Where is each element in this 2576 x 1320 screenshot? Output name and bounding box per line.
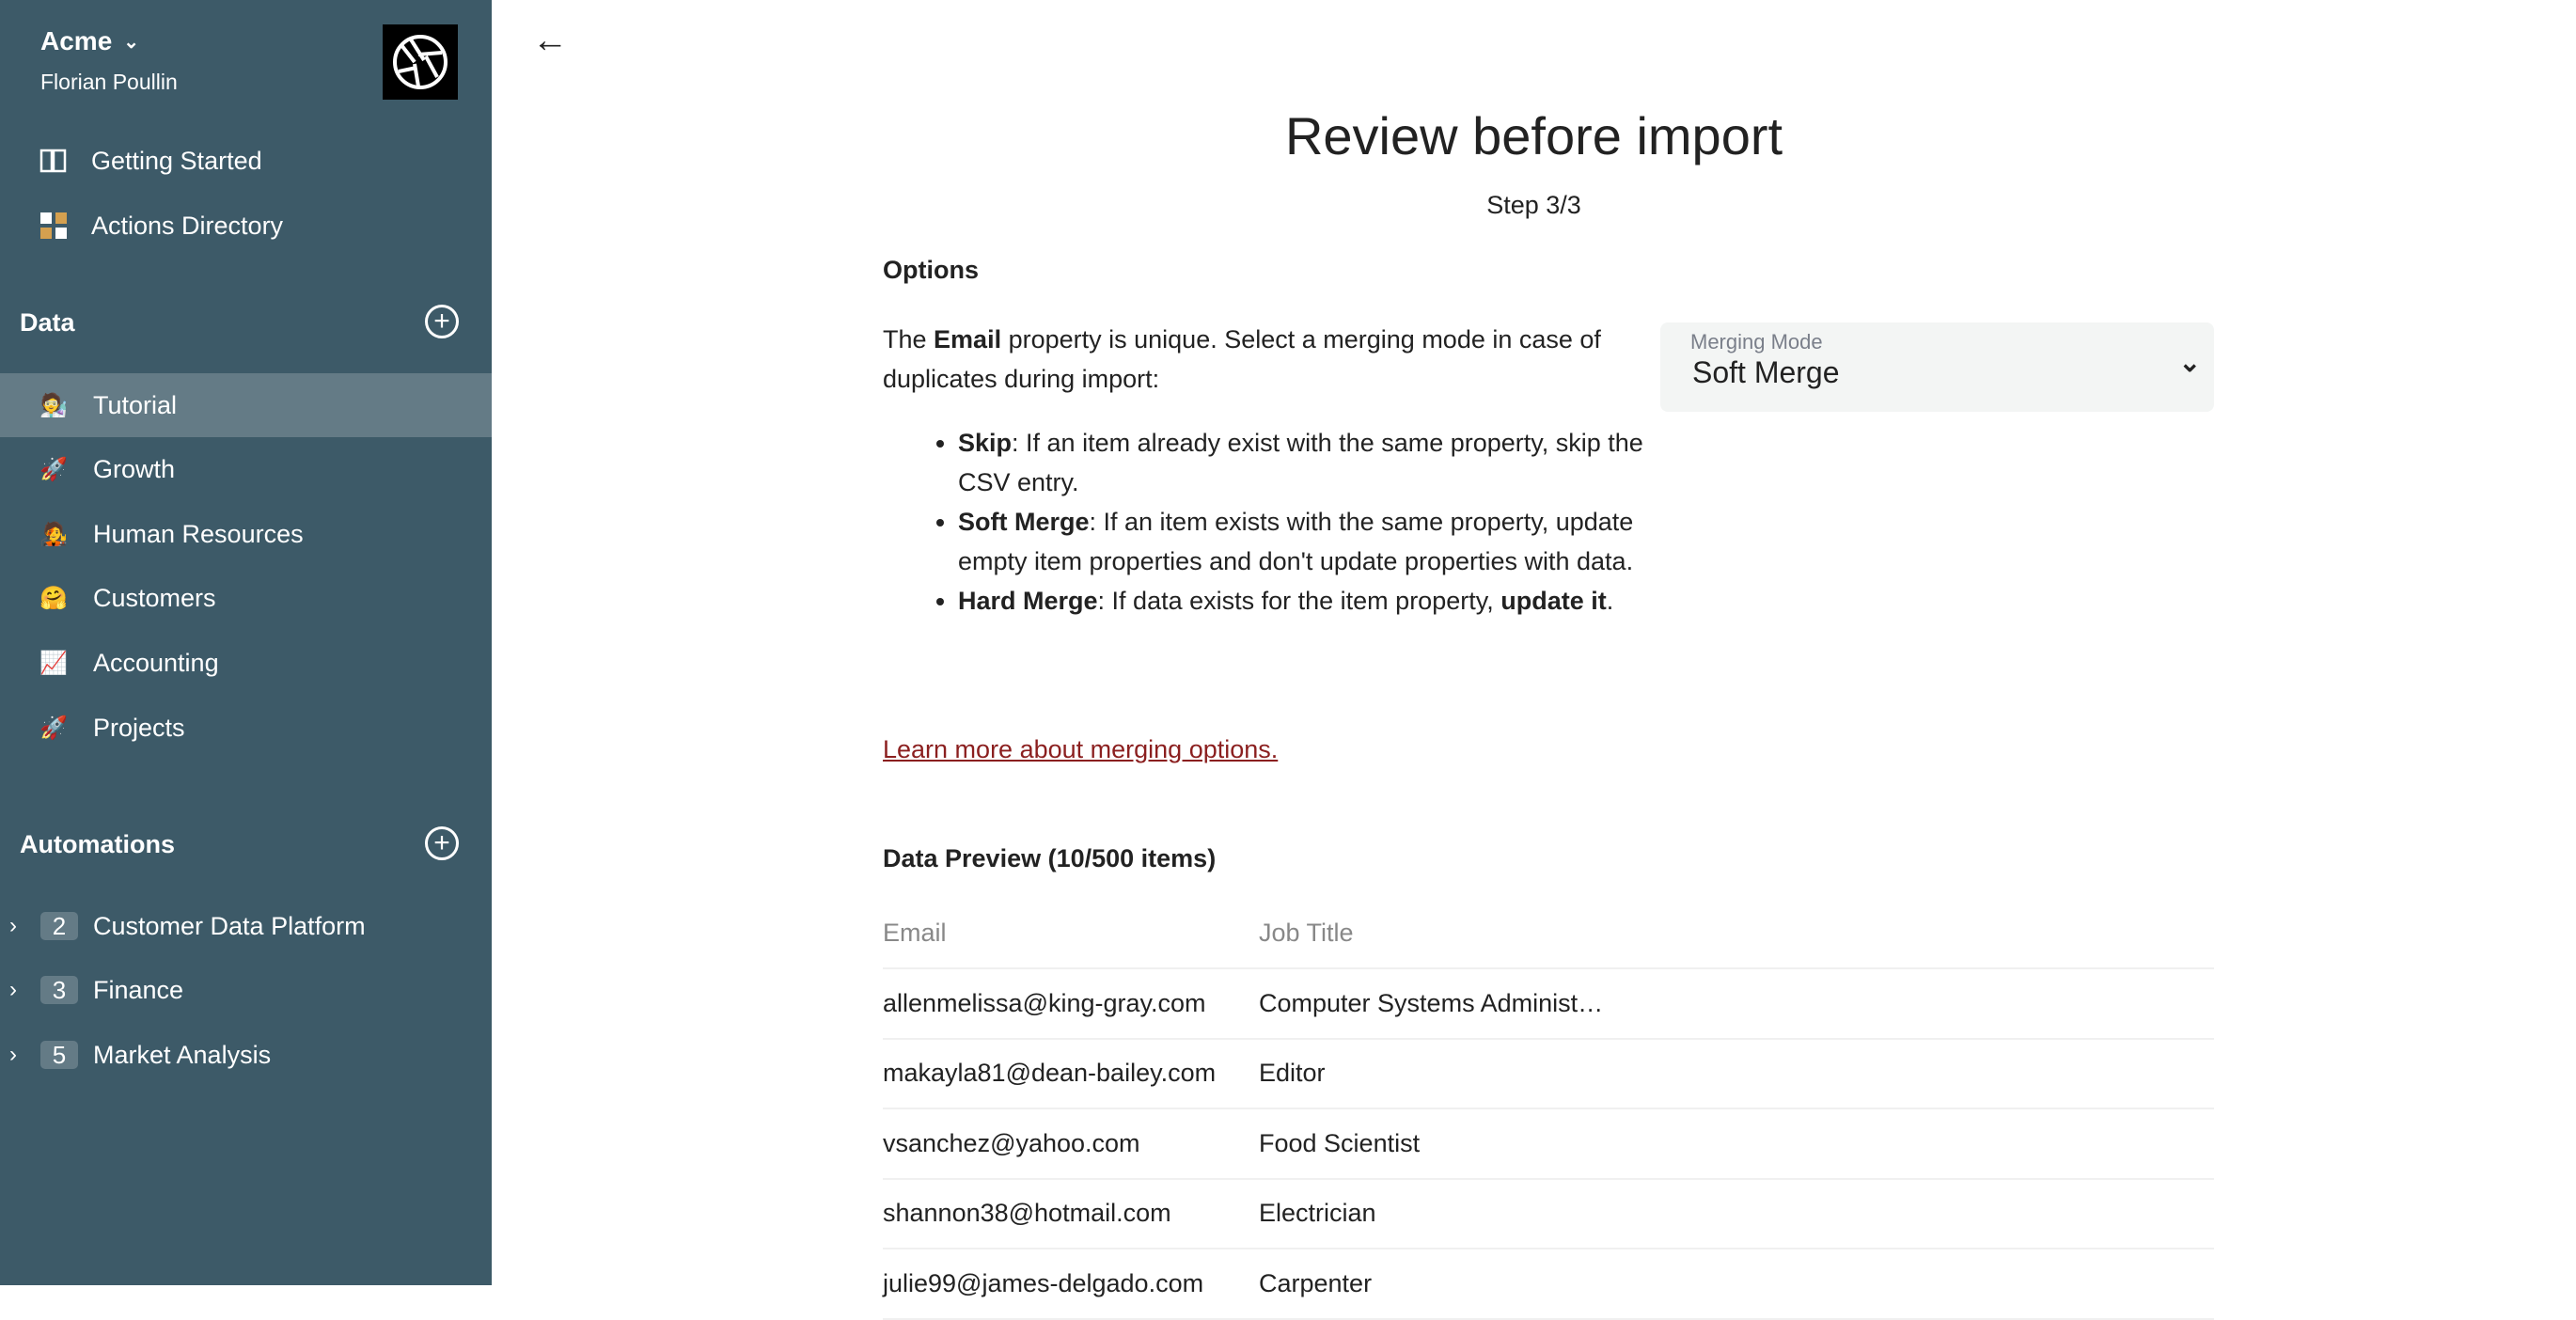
table-header: Email Job Title xyxy=(883,898,2214,969)
sidebar: Acme ⌄ Florian Poullin Getting Started Ac… xyxy=(0,0,492,1285)
count-badge: 5 xyxy=(40,1041,78,1069)
list-item: Soft Merge: If an item exists with the s… xyxy=(958,502,1654,581)
book-icon xyxy=(38,145,70,177)
main-content: ← Review before import Step 3/3 Options … xyxy=(492,0,2576,1320)
grid-icon xyxy=(38,210,70,242)
logo-aperture-icon xyxy=(383,24,458,100)
data-section-title: Data xyxy=(20,308,75,337)
cell-job-title: Editor xyxy=(1259,1038,2214,1109)
automation-market-analysis[interactable]: › 5 Market Analysis xyxy=(0,1023,492,1087)
add-data-icon[interactable]: + xyxy=(425,305,459,338)
nav-actions-directory[interactable]: Actions Directory xyxy=(0,194,492,258)
data-preview-heading: Data Preview (10/500 items) xyxy=(883,844,1217,872)
table-row: julie99@james-delgado.com Carpenter xyxy=(883,1249,2214,1320)
merge-mode-list: Skip: If an item already exist with the … xyxy=(958,423,1654,621)
hugging-face-icon: 🤗 xyxy=(39,585,68,611)
column-header-email: Email xyxy=(883,898,1259,969)
column-header-job-title: Job Title xyxy=(1259,898,2214,969)
automations-section-title: Automations xyxy=(20,830,175,858)
workspace-switcher[interactable]: Acme ⌄ xyxy=(40,26,139,56)
count-badge: 2 xyxy=(40,912,78,940)
cell-email: julie99@james-delgado.com xyxy=(883,1249,1259,1320)
merging-mode-label: Merging Mode xyxy=(1690,330,1823,354)
sidebar-item-customers[interactable]: 🤗 Customers xyxy=(0,566,492,630)
options-heading: Options xyxy=(883,256,979,284)
cell-job-title: Food Scientist xyxy=(1259,1108,2214,1180)
user-name: Florian Poullin xyxy=(40,70,178,94)
cell-job-title: Carpenter xyxy=(1259,1249,2214,1320)
cell-job-title: Electrician xyxy=(1259,1178,2214,1249)
cell-email: makayla81@dean-bailey.com xyxy=(883,1038,1259,1109)
learn-more-link[interactable]: Learn more about merging options. xyxy=(883,735,1278,764)
intro-text: The Email property is unique. Select a m… xyxy=(883,325,1601,393)
sidebar-item-growth[interactable]: 🚀 Growth xyxy=(0,437,492,501)
page-title: Review before import xyxy=(1284,106,1783,165)
chart-increasing-icon: 📈 xyxy=(39,650,68,676)
add-automation-icon[interactable]: + xyxy=(425,826,459,860)
cell-email: allenmelissa@king-gray.com xyxy=(883,968,1259,1040)
count-badge: 3 xyxy=(40,976,78,1004)
cell-email: vsanchez@yahoo.com xyxy=(883,1108,1259,1180)
merging-mode-select[interactable]: Merging Mode Soft Merge ⌄ xyxy=(1660,322,2214,412)
chevron-right-icon[interactable]: › xyxy=(9,977,17,1003)
rocket-icon: 🚀 xyxy=(39,456,68,482)
table-row: shannon38@hotmail.com Electrician xyxy=(883,1178,2214,1249)
chevron-down-icon: ⌄ xyxy=(123,31,140,53)
automation-customer-data-platform[interactable]: › 2 Customer Data Platform xyxy=(0,894,492,958)
nav-getting-started[interactable]: Getting Started xyxy=(0,129,492,193)
automation-finance[interactable]: › 3 Finance xyxy=(0,958,492,1022)
sidebar-item-accounting[interactable]: 📈 Accounting xyxy=(0,631,492,695)
cell-job-title: Computer Systems Administ… xyxy=(1259,968,2214,1040)
chevron-down-icon: ⌄ xyxy=(2178,348,2201,377)
sidebar-item-human-resources[interactable]: 🧑‍🎤 Human Resources xyxy=(0,502,492,566)
back-arrow-icon[interactable]: ← xyxy=(532,21,568,61)
merging-mode-value: Soft Merge xyxy=(1692,355,1840,389)
step-indicator: Step 3/3 xyxy=(1486,191,1581,219)
table-row: makayla81@dean-bailey.com Editor xyxy=(883,1038,2214,1109)
table-row: vsanchez@yahoo.com Food Scientist xyxy=(883,1108,2214,1180)
workspace-name: Acme xyxy=(40,26,113,55)
singer-emoji-icon: 🧑‍🎤 xyxy=(39,521,68,547)
list-item: Skip: If an item already exist with the … xyxy=(958,423,1654,502)
chevron-right-icon[interactable]: › xyxy=(9,1042,17,1068)
sidebar-item-projects[interactable]: 🚀 Projects xyxy=(0,696,492,760)
list-item: Hard Merge: If data exists for the item … xyxy=(958,581,1654,621)
table-row: allenmelissa@king-gray.com Computer Syste… xyxy=(883,968,2214,1040)
chevron-right-icon[interactable]: › xyxy=(9,913,17,939)
rocket-icon: 🚀 xyxy=(39,715,68,741)
cell-email: shannon38@hotmail.com xyxy=(883,1178,1259,1249)
sidebar-item-tutorial[interactable]: 🧑‍🔬 Tutorial xyxy=(0,373,492,437)
data-preview-table: Email Job Title allenmelissa@king-gray.co… xyxy=(883,898,2214,1320)
scientist-emoji-icon: 🧑‍🔬 xyxy=(39,392,68,418)
